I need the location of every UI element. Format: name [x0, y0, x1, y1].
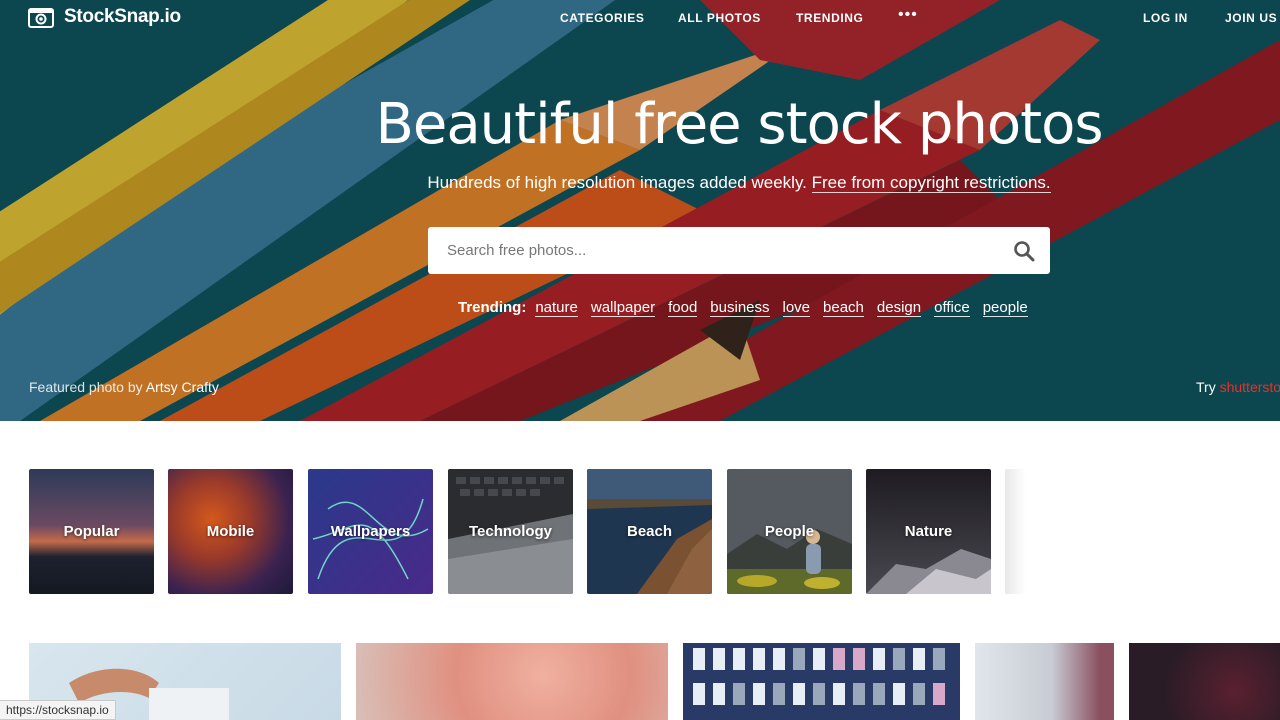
logo-link[interactable]: StockSnap.io — [28, 6, 181, 28]
category-wallpapers[interactable]: Wallpapers — [308, 469, 433, 594]
category-label: Technology — [468, 523, 553, 540]
trending-tag-people[interactable]: people — [982, 299, 1028, 317]
category-nature[interactable]: Nature — [866, 469, 991, 594]
shutterstock-promo: Try shutterstock — [1196, 379, 1280, 395]
trending-tag-wallpaper[interactable]: wallpaper — [590, 299, 656, 317]
nav-login[interactable]: LOG IN — [1143, 11, 1188, 25]
featured-author-link[interactable]: Artsy Crafty — [146, 379, 219, 395]
category-label: People — [764, 523, 815, 540]
trending-tag-business[interactable]: business — [710, 299, 770, 317]
top-nav: StockSnap.io CATEGORIES ALL PHOTOS TREND… — [0, 0, 1280, 38]
trending-tag-beach[interactable]: beach — [823, 299, 864, 317]
trending-tag-nature[interactable]: nature — [535, 299, 578, 317]
copyright-link[interactable]: Free from copyright restrictions. — [811, 173, 1051, 193]
search-input[interactable] — [428, 227, 998, 274]
photo-card[interactable] — [1129, 643, 1280, 720]
category-label: Nature — [904, 523, 953, 540]
trending-tag-love[interactable]: love — [782, 299, 811, 317]
trending-tag-design[interactable]: design — [876, 299, 922, 317]
category-beach[interactable]: Beach — [587, 469, 712, 594]
search-bar — [428, 227, 1050, 274]
category-next-partial[interactable] — [1005, 469, 1026, 594]
camera-icon — [28, 8, 54, 28]
trending-tag-food[interactable]: food — [668, 299, 698, 317]
browser-status-url: https://stocksnap.io — [0, 700, 116, 720]
nav-trending[interactable]: TRENDING — [796, 11, 863, 25]
hero-banner: StockSnap.io CATEGORIES ALL PHOTOS TREND… — [0, 0, 1280, 421]
featured-prefix: Featured photo by — [29, 379, 143, 395]
trending-tag-office[interactable]: office — [934, 299, 970, 317]
hero-title: Beautiful free stock photos — [375, 92, 1103, 157]
trending-tags: Trending: nature wallpaper food business… — [458, 299, 1041, 317]
featured-credit: Featured photo by Artsy Crafty — [29, 379, 219, 395]
nav-join[interactable]: JOIN US — [1225, 11, 1277, 25]
search-icon — [1014, 240, 1035, 261]
category-label: Beach — [626, 523, 673, 540]
category-people[interactable]: People — [727, 469, 852, 594]
brand-name: StockSnap.io — [64, 6, 181, 27]
photo-card[interactable] — [975, 643, 1114, 720]
more-menu-icon[interactable]: ••• — [898, 6, 918, 24]
category-label: Mobile — [206, 523, 255, 540]
hero-subtitle: Hundreds of high resolution images added… — [0, 173, 1280, 193]
photo-card[interactable] — [683, 643, 960, 720]
shutterstock-link[interactable]: shutterstock — [1220, 379, 1280, 395]
hero-overlay — [0, 0, 1280, 421]
category-technology[interactable]: Technology — [448, 469, 573, 594]
photo-card[interactable] — [356, 643, 668, 720]
trending-label: Trending: — [458, 299, 527, 316]
nav-all-photos[interactable]: ALL PHOTOS — [678, 11, 761, 25]
category-label: Wallpapers — [330, 523, 411, 540]
nav-categories[interactable]: CATEGORIES — [560, 11, 644, 25]
shutterstock-prefix: Try — [1196, 379, 1216, 395]
category-mobile[interactable]: Mobile — [168, 469, 293, 594]
category-popular[interactable]: Popular — [29, 469, 154, 594]
category-label: Popular — [63, 523, 120, 540]
photo-building-image — [693, 648, 945, 705]
hero-subtitle-text: Hundreds of high resolution images added… — [427, 173, 807, 192]
search-button[interactable] — [998, 227, 1050, 274]
